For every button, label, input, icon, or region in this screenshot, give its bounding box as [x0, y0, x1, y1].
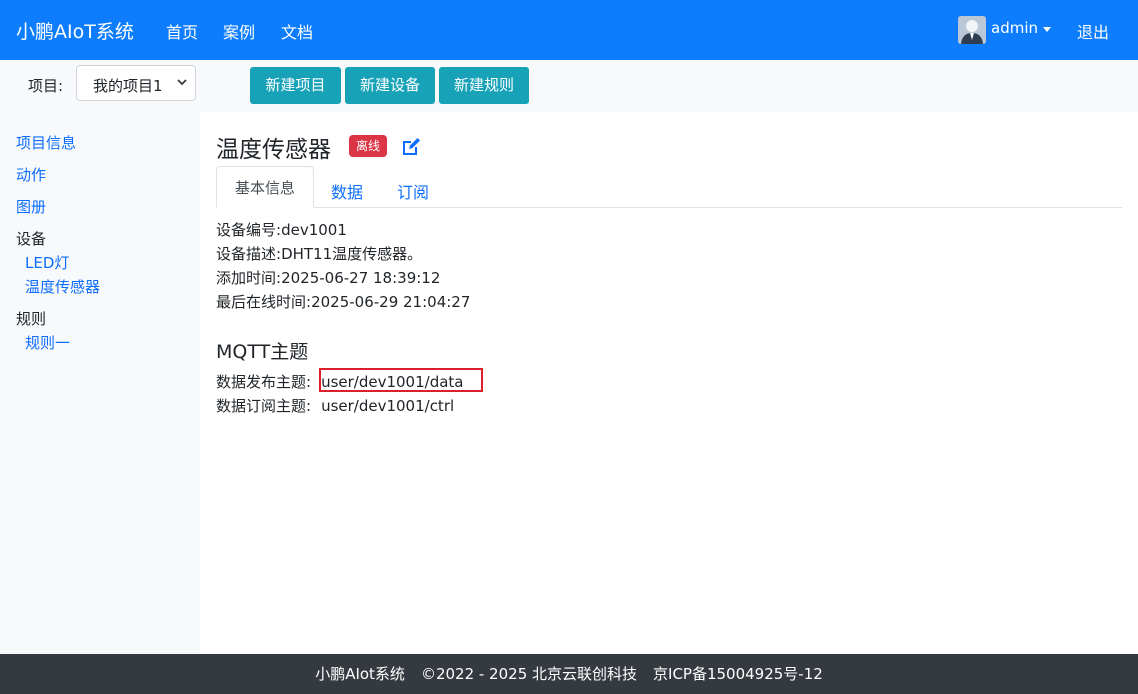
sidebar-devices-header: 设备: [16, 230, 47, 248]
info-label: 最后在线时间:: [216, 293, 312, 311]
highlight-box: [319, 368, 483, 392]
chevron-down-icon: [177, 79, 187, 86]
mqtt-label: 数据发布主题:: [216, 373, 312, 391]
footer-copyright: ©2022 - 2025 北京云联创科技: [420, 665, 638, 683]
tabs-divider: [216, 207, 1122, 208]
sidebar: 项目信息 动作 图册 设备 LED灯 温度传感器 规则 规则一: [0, 112, 200, 654]
info-row-device-id: 设备编号:dev1001: [216, 219, 347, 240]
tab-basic-info[interactable]: 基本信息: [216, 166, 314, 208]
mqtt-label: 数据订阅主题:: [216, 397, 312, 415]
project-label: 项目:: [28, 77, 64, 95]
info-label: 添加时间:: [216, 269, 282, 287]
brand-logo-text[interactable]: 小鹏AIoT系统: [16, 17, 134, 44]
new-rule-button[interactable]: 新建规则: [439, 67, 529, 104]
footer: 小鹏AIot系统 ©2022 - 2025 北京云联创科技 京ICP备1500492…: [0, 654, 1138, 694]
sidebar-item-gallery[interactable]: 图册: [16, 196, 46, 217]
edit-icon[interactable]: [400, 136, 422, 158]
sidebar-rules-header: 规则: [16, 310, 47, 328]
mqtt-value: user/dev1001/ctrl: [321, 397, 455, 415]
footer-icp[interactable]: 京ICP备15004925号-12: [653, 665, 823, 683]
project-select[interactable]: 我的项目1: [76, 65, 196, 101]
sidebar-item-actions[interactable]: 动作: [16, 164, 46, 185]
nav-home[interactable]: 首页: [166, 19, 198, 43]
nav-docs[interactable]: 文档: [281, 19, 313, 43]
info-row-description: 设备描述:DHT11温度传感器。: [216, 243, 422, 264]
tab-data[interactable]: 数据: [331, 179, 363, 203]
mqtt-section-title: MQTT主题: [216, 341, 309, 363]
info-value: 2025-06-29 21:04:27: [311, 293, 471, 311]
caret-down-icon[interactable]: [1043, 27, 1051, 32]
status-badge: 离线: [349, 135, 387, 157]
info-value: DHT11温度传感器。: [281, 245, 423, 263]
info-label: 设备描述:: [216, 245, 282, 263]
tab-subscribe[interactable]: 订阅: [397, 179, 429, 203]
info-value: 2025-06-27 18:39:12: [281, 269, 441, 287]
footer-brand: 小鹏AIot系统: [315, 665, 405, 683]
avatar-icon[interactable]: [958, 16, 986, 44]
page-title: 温度传感器: [216, 137, 331, 163]
nav-cases[interactable]: 案例: [223, 19, 255, 43]
info-label: 设备编号:: [216, 221, 282, 239]
new-device-button[interactable]: 新建设备: [345, 67, 435, 104]
new-project-button[interactable]: 新建项目: [250, 67, 341, 104]
project-toolbar: 项目: 我的项目1 新建项目 新建设备 新建规则: [0, 60, 1138, 112]
sidebar-item-temp-sensor[interactable]: 温度传感器: [25, 276, 100, 297]
info-value: dev1001: [281, 221, 347, 239]
user-menu[interactable]: admin: [991, 19, 1038, 37]
info-row-last-online: 最后在线时间:2025-06-29 21:04:27: [216, 291, 470, 312]
sidebar-item-project-info[interactable]: 项目信息: [16, 132, 76, 153]
top-navbar: 小鹏AIoT系统 首页 案例 文档 admin 退出: [0, 0, 1138, 60]
info-row-added-time: 添加时间:2025-06-27 18:39:12: [216, 267, 440, 288]
mqtt-row-subscribe: 数据订阅主题: user/dev1001/ctrl: [216, 395, 454, 416]
logout-link[interactable]: 退出: [1077, 19, 1109, 43]
sidebar-item-rule-1[interactable]: 规则一: [25, 332, 70, 353]
project-select-value: 我的项目1: [93, 77, 163, 95]
sidebar-item-led[interactable]: LED灯: [25, 252, 69, 273]
